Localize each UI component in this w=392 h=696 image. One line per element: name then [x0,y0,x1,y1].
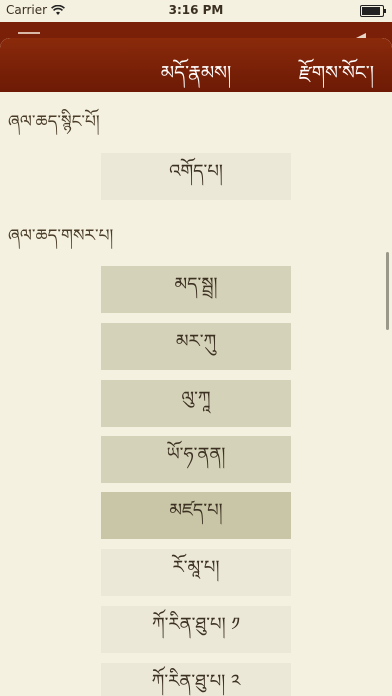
nav-bar: མདོ་རྣམས། རྫོགས་སོང་། [0,38,392,92]
section-header-old-testament: ཞལ་ཆད་སྙིང་པོ། [8,112,100,132]
book-item[interactable]: ཀོ་རིན་ཐུ་པ། ༡ [101,606,291,653]
scrollbar[interactable] [386,252,389,330]
book-list[interactable]: ཞལ་ཆད་སྙིང་པོ། འགོད་པ། ཞལ་ཆད་གསར་པ། མད་ས… [0,92,392,696]
menu-icon [18,32,40,34]
book-item[interactable]: རོ་མཱ་པ། [101,549,291,596]
book-item[interactable]: ཡོ་ཧ་ནན། [101,436,291,483]
book-item[interactable]: ལུ་ཀཱ [101,380,291,427]
status-bar: Carrier 3:16 PM [0,0,392,22]
book-item[interactable]: ཀོ་རིན་ཐུ་པ། ༢ [101,663,291,696]
book-item[interactable]: མད་སྦྲ། [101,266,291,313]
book-item[interactable]: མར་ཀུ [101,323,291,370]
book-item[interactable]: འགོད་པ། [101,153,291,200]
book-item[interactable]: མཛད་པ། [101,492,291,539]
battery-icon [360,5,386,17]
section-header-new-testament: ཞལ་ཆད་གསར་པ། [8,226,114,246]
modal-sheet: མདོ་རྣམས། རྫོགས་སོང་། ཞལ་ཆད་སྙིང་པོ། འགོ… [0,38,392,696]
status-time: 3:16 PM [168,3,224,17]
